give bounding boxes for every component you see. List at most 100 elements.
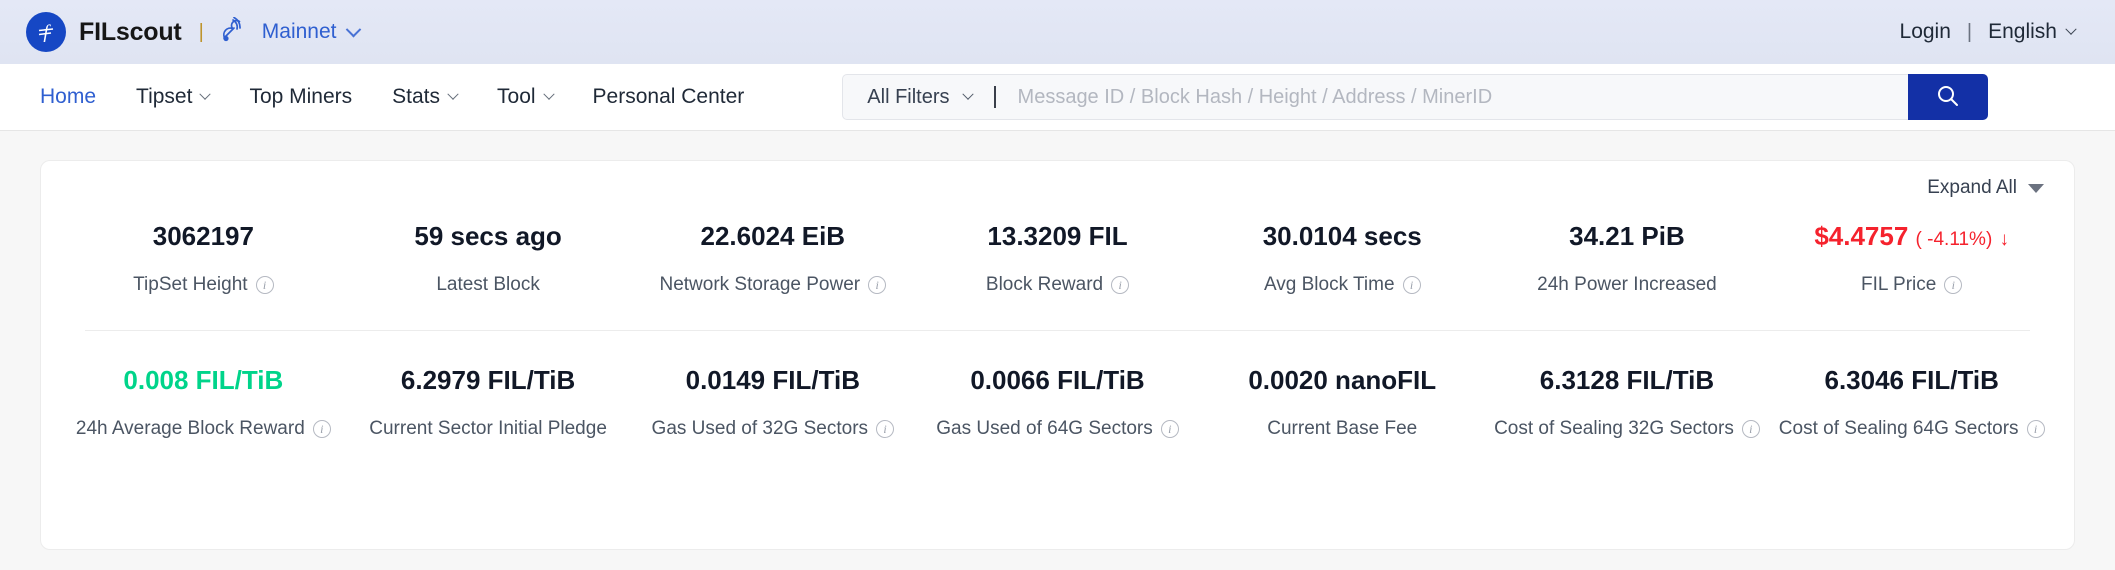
search-input[interactable]: [1017, 75, 1909, 119]
login-button[interactable]: Login: [1900, 20, 1951, 44]
nav-item-label: Stats: [392, 85, 441, 108]
stat-label-row: Cost of Sealing 32G Sectors i: [1489, 418, 1766, 440]
nav-item-label: Tool: [497, 85, 536, 108]
all-filters-label: All Filters: [867, 85, 950, 108]
stat-value: 6.2979 FIL/TiB: [400, 365, 576, 396]
nav-item-home[interactable]: Home: [40, 85, 96, 109]
trend-down-icon: ↓: [1999, 229, 2010, 250]
search-box: All Filters: [842, 74, 1909, 120]
stat-value-group: $4.4757 ( -4.11%) ↓: [1773, 221, 2050, 252]
stat-value: $4.4757: [1814, 221, 1909, 251]
stat-value: 22.6024 EiB: [700, 221, 846, 251]
stat-label: Current Sector Initial Pledge: [369, 418, 607, 440]
stat-24h-average-block-reward: 0.008 FIL/TiB 24h Average Block Reward i: [61, 365, 346, 440]
stat-tipset-height: 3062197 TipSet Height i: [61, 221, 346, 296]
stat-label: Latest Block: [436, 274, 540, 296]
nav-item-tipset[interactable]: Tipset: [136, 85, 212, 109]
stat-label: 24h Average Block Reward: [75, 418, 305, 440]
info-icon[interactable]: i: [2026, 420, 2045, 439]
stat-value: 6.3128 FIL/TiB: [1539, 365, 1715, 396]
stat-label: TipSet Height: [133, 274, 248, 296]
stat-value: 0.0149 FIL/TiB: [685, 365, 860, 396]
stat-value: 0.0020 nanoFIL: [1248, 365, 1437, 396]
info-icon[interactable]: i: [1944, 276, 1963, 295]
language-selector[interactable]: English: [1988, 20, 2077, 44]
chevron-down-icon: [542, 88, 555, 100]
stat-label: Network Storage Power: [659, 274, 861, 296]
stat-label-row: Network Storage Power i: [634, 274, 911, 296]
stat-24h-power-increased: 34.21 PiB 24h Power Increased: [1485, 221, 1770, 296]
info-icon[interactable]: i: [312, 420, 331, 439]
info-icon[interactable]: i: [1402, 276, 1421, 295]
stat-value: 6.3046 FIL/TiB: [1824, 365, 1999, 396]
chevron-down-icon: [961, 88, 974, 100]
stats-row-2: 0.008 FIL/TiB 24h Average Block Reward i…: [49, 365, 2066, 440]
nav-item-label: Tipset: [136, 85, 193, 108]
stat-label-row: Current Sector Initial Pledge: [350, 418, 627, 440]
stats-row-1: 3062197 TipSet Height i 59 secs ago Late…: [49, 221, 2066, 296]
info-icon[interactable]: i: [1160, 420, 1179, 439]
stat-label: Avg Block Time: [1263, 274, 1395, 296]
topbar-separator: |: [1966, 20, 1973, 43]
stat-value: 0.008 FIL/TiB: [123, 365, 284, 396]
nav-item-stats[interactable]: Stats: [392, 85, 459, 109]
all-filters-dropdown[interactable]: All Filters: [867, 86, 993, 109]
nav-item-list: Home Tipset Top Miners Stats Tool Person…: [40, 85, 744, 109]
stat-latest-block: 59 secs ago Latest Block: [346, 221, 631, 296]
info-icon[interactable]: i: [876, 420, 895, 439]
chevron-down-icon: [2065, 23, 2077, 35]
language-label: English: [1988, 20, 2057, 43]
top-bar: f FILscout | Mainnet Login | English: [0, 0, 2115, 64]
satellite-dish-icon: [221, 16, 251, 48]
nav-item-label: Home: [40, 85, 97, 108]
stat-label: FIL Price: [1861, 274, 1937, 296]
filecoin-logo-icon: f: [26, 12, 66, 52]
main-navigation: Home Tipset Top Miners Stats Tool Person…: [0, 64, 2115, 131]
stat-label-row: TipSet Height i: [65, 274, 342, 296]
expand-all-row: Expand All: [49, 161, 2066, 199]
info-icon[interactable]: i: [1741, 420, 1760, 439]
stat-label: Gas Used of 32G Sectors: [651, 418, 869, 440]
stat-label-row: 24h Average Block Reward i: [65, 418, 342, 440]
chevron-down-icon: [199, 88, 212, 100]
stat-change-percent: ( -4.11%): [1915, 229, 1993, 250]
network-selector[interactable]: Mainnet: [221, 16, 361, 48]
stat-label: Gas Used of 64G Sectors: [936, 418, 1153, 440]
stat-cost-of-sealing-32g-sectors: 6.3128 FIL/TiB Cost of Sealing 32G Secto…: [1485, 365, 1770, 440]
chevron-down-icon: [447, 88, 459, 100]
row-divider: [85, 330, 2030, 332]
nav-item-personal-center[interactable]: Personal Center: [593, 85, 745, 109]
stat-label-row: FIL Price i: [1773, 274, 2050, 296]
stat-current-base-fee: 0.0020 nanoFIL Current Base Fee: [1200, 365, 1485, 440]
brand-name: FILscout: [79, 17, 182, 46]
stat-label-row: Cost of Sealing 64G Sectors i: [1773, 418, 2050, 440]
stat-fil-price: $4.4757 ( -4.11%) ↓ FIL Price i: [1769, 221, 2054, 296]
search-button[interactable]: [1908, 74, 1989, 120]
stat-value: 0.0066 FIL/TiB: [970, 365, 1145, 396]
info-icon[interactable]: i: [868, 276, 887, 295]
expand-all-button[interactable]: Expand All: [1927, 177, 2044, 199]
stat-label-row: Latest Block: [350, 274, 627, 296]
nav-item-top-miners[interactable]: Top Miners: [249, 85, 352, 109]
stat-label-row: Gas Used of 64G Sectors i: [919, 418, 1196, 440]
stat-label: 24h Power Increased: [1537, 274, 1717, 296]
caret-down-icon: [2028, 183, 2044, 193]
info-icon[interactable]: i: [255, 276, 274, 295]
stat-value: 59 secs ago: [414, 221, 562, 251]
stat-value: 30.0104 secs: [1262, 221, 1422, 251]
brand-logo[interactable]: f FILscout: [26, 12, 182, 52]
stat-label-row: 24h Power Increased: [1489, 274, 1766, 296]
info-icon[interactable]: i: [1111, 276, 1130, 295]
stat-value: 13.3209 FIL: [987, 221, 1128, 251]
nav-item-label: Personal Center: [592, 85, 745, 108]
network-label: Mainnet: [261, 20, 337, 43]
search-icon: [1935, 83, 1961, 112]
nav-item-label: Top Miners: [249, 85, 353, 108]
stat-current-sector-initial-pledge: 6.2979 FIL/TiB Current Sector Initial Pl…: [346, 365, 631, 440]
stat-cost-of-sealing-64g-sectors: 6.3046 FIL/TiB Cost of Sealing 64G Secto…: [1769, 365, 2054, 440]
nav-item-tool[interactable]: Tool: [497, 85, 555, 109]
search-divider: [993, 86, 996, 108]
stat-label-row: Gas Used of 32G Sectors i: [634, 418, 911, 440]
stat-label-row: Avg Block Time i: [1204, 274, 1481, 296]
search-bar: All Filters: [842, 74, 1989, 120]
